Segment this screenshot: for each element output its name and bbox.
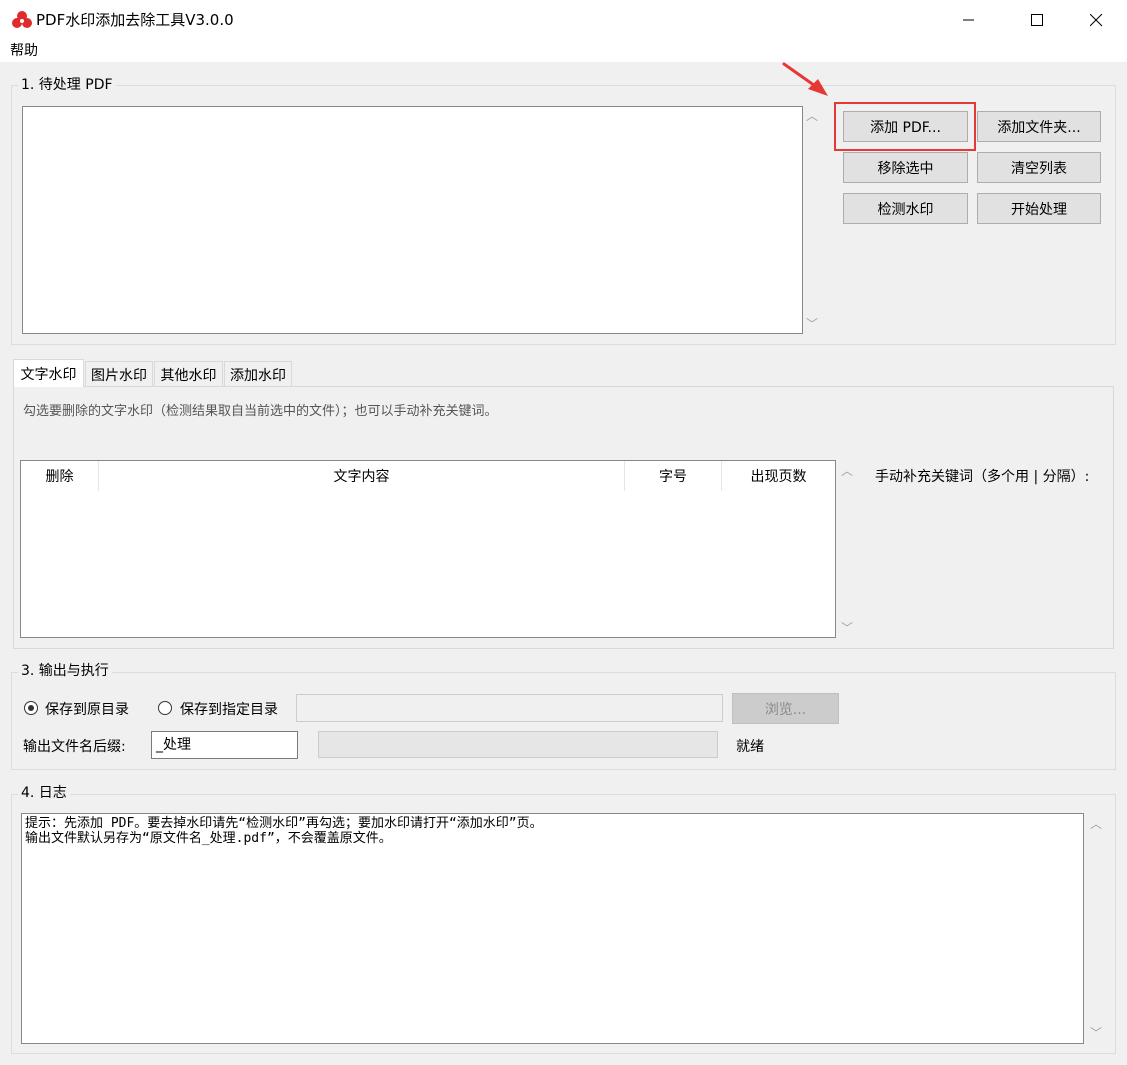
close-icon — [1089, 13, 1102, 26]
progress-bar — [318, 731, 718, 758]
menu-bar — [0, 40, 1127, 63]
output-legend: 3. 输出与执行 — [18, 662, 112, 680]
window-title: PDF水印添加去除工具V3.0.0 — [36, 11, 234, 29]
maximize-button[interactable] — [1014, 0, 1060, 40]
add-folder-button[interactable]: 添加文件夹... — [977, 111, 1101, 142]
log-legend: 4. 日志 — [18, 784, 70, 802]
column-header-font-size[interactable]: 字号 — [625, 461, 722, 491]
pdf-file-list[interactable] — [22, 106, 803, 334]
tab-image-watermark[interactable]: 图片水印 — [85, 361, 153, 387]
tab-text-watermark[interactable]: 文字水印 — [13, 359, 84, 387]
column-header-delete[interactable]: 删除 — [21, 461, 99, 491]
manual-keyword-label: 手动补充关键词（多个用 | 分隔）: — [875, 469, 1090, 485]
maximize-icon — [1031, 14, 1043, 26]
chevron-down-icon[interactable]: ﹀ — [1090, 1027, 1102, 1039]
column-header-text[interactable]: 文字内容 — [99, 461, 625, 491]
red-arrow-icon — [782, 62, 828, 96]
chevron-down-icon[interactable]: ﹀ — [841, 622, 853, 634]
browse-button[interactable]: 浏览... — [732, 693, 839, 724]
log-line: 提示：先添加 PDF。要去掉水印请先“检测水印”再勾选；要加水印请打开“添加水印… — [25, 816, 543, 831]
radio-save-custom-label[interactable]: 保存到指定目录 — [180, 699, 278, 719]
suffix-input[interactable]: _处理 — [151, 731, 298, 759]
menu-help[interactable]: 帮助 — [10, 42, 38, 60]
active-tab-joiner — [14, 385, 83, 387]
detect-watermark-button[interactable]: 检测水印 — [843, 193, 968, 224]
tab-add-watermark[interactable]: 添加水印 — [224, 361, 292, 387]
clear-list-button[interactable]: 清空列表 — [977, 152, 1101, 183]
radio-save-original-label[interactable]: 保存到原目录 — [45, 699, 129, 719]
column-header-page-count[interactable]: 出现页数 — [722, 461, 835, 491]
suffix-label: 输出文件名后缀: — [23, 739, 126, 755]
pending-pdf-legend: 1. 待处理 PDF — [18, 76, 116, 94]
chevron-up-icon[interactable]: ︿ — [806, 110, 818, 122]
app-flower-icon — [12, 10, 32, 30]
close-button[interactable] — [1073, 0, 1119, 40]
chevron-up-icon[interactable]: ︿ — [841, 465, 853, 477]
radio-save-original[interactable] — [24, 701, 38, 715]
tab-other-watermark[interactable]: 其他水印 — [154, 361, 223, 387]
chevron-up-icon[interactable]: ︿ — [1090, 818, 1102, 830]
start-process-button[interactable]: 开始处理 — [977, 193, 1101, 224]
log-line: 输出文件默认另存为“原文件名_处理.pdf”，不会覆盖原文件。 — [25, 831, 392, 846]
text-watermark-hint: 勾选要删除的文字水印（检测结果取自当前选中的文件）；也可以手动补充关键词。 — [23, 404, 498, 419]
highlight-box — [834, 102, 976, 151]
chevron-down-icon[interactable]: ﹀ — [806, 318, 818, 330]
log-textarea[interactable]: 提示：先添加 PDF。要去掉水印请先“检测水印”再勾选；要加水印请打开“添加水印… — [21, 813, 1084, 1044]
text-watermark-table[interactable]: 删除 文字内容 字号 出现页数 — [20, 460, 836, 638]
radio-save-custom[interactable] — [158, 701, 172, 715]
minimize-icon — [963, 19, 974, 21]
output-directory-input[interactable] — [296, 694, 723, 722]
status-text: 就绪 — [736, 739, 764, 755]
minimize-button[interactable] — [946, 0, 992, 40]
remove-selected-button[interactable]: 移除选中 — [843, 152, 968, 183]
